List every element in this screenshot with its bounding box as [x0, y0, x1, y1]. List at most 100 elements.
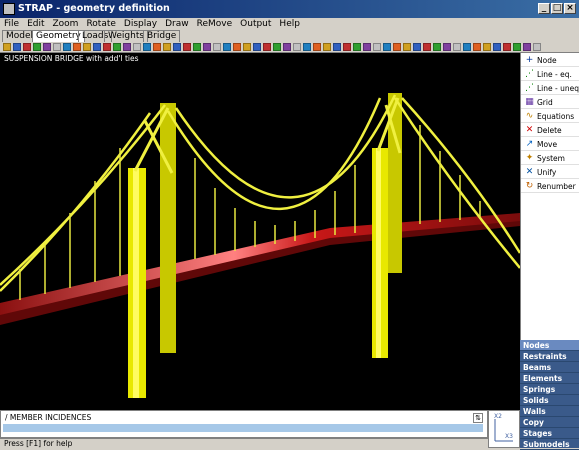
mode-walls[interactable]: Walls — [520, 406, 579, 417]
toolbar-tool-icon[interactable] — [263, 43, 271, 51]
toolbar-tool-icon[interactable] — [183, 43, 191, 51]
toolbar-tool-icon[interactable] — [313, 43, 321, 51]
menu-rotate[interactable]: Rotate — [82, 18, 119, 30]
toolbar-tool-icon[interactable] — [443, 43, 451, 51]
toolbar-tool-icon[interactable] — [83, 43, 91, 51]
toolbar-tool-icon[interactable] — [373, 43, 381, 51]
toolbar-tool-icon[interactable] — [243, 43, 251, 51]
toolbar-tool-icon[interactable] — [433, 43, 441, 51]
menu-output[interactable]: Output — [236, 18, 275, 30]
toolbar-tool-icon[interactable] — [43, 43, 51, 51]
tab-geometry[interactable]: Geometry — [32, 30, 85, 42]
toolbar-tool-icon[interactable] — [203, 43, 211, 51]
mode-springs[interactable]: Springs — [520, 384, 579, 395]
toolbar-tool-icon[interactable] — [523, 43, 531, 51]
toolbar-tool-icon[interactable] — [533, 43, 541, 51]
menu-help[interactable]: Help — [275, 18, 304, 30]
command-input[interactable] — [3, 424, 483, 432]
tool-node-button[interactable]: + Node — [521, 54, 579, 67]
toolbar-tool-icon[interactable] — [233, 43, 241, 51]
model-viewport[interactable]: SUSPENSION BRIDGE with add'l ties — [0, 53, 520, 410]
toolbar-tool-icon[interactable] — [473, 43, 481, 51]
toolbar-tool-icon[interactable] — [513, 43, 521, 51]
toolbar-tool-icon[interactable] — [303, 43, 311, 51]
command-scroll-button[interactable]: ⇅ — [473, 413, 483, 423]
menu-file[interactable]: File — [0, 18, 23, 30]
tool-panel: + Node ⋰ Line - eq. ⋰ Line - uneq. ▦ Grid ∿ E… — [520, 53, 579, 340]
toolbar-tool-icon[interactable] — [33, 43, 41, 51]
menu-display[interactable]: Display — [120, 18, 161, 30]
menu-remove[interactable]: ReMove — [193, 18, 237, 30]
mode-solids[interactable]: Solids — [520, 395, 579, 406]
tab-weights[interactable]: Weights — [104, 30, 149, 42]
toolbar-tool-icon[interactable] — [483, 43, 491, 51]
window-title: STRAP - geometry definition — [18, 3, 170, 14]
toolbar-tool-icon[interactable] — [253, 43, 261, 51]
toolbar-tool-icon[interactable] — [323, 43, 331, 51]
toolbar-tool-icon[interactable] — [273, 43, 281, 51]
toolbar-tool-icon[interactable] — [383, 43, 391, 51]
toolbar-tool-icon[interactable] — [393, 43, 401, 51]
tool-label: Node — [537, 56, 557, 65]
tool-system-button[interactable]: ✦ System — [521, 152, 579, 165]
tool-line-uneq-button[interactable]: ⋰ Line - uneq. — [521, 82, 579, 95]
mode-copy[interactable]: Copy — [520, 417, 579, 428]
toolbar-tool-icon[interactable] — [153, 43, 161, 51]
mode-beams[interactable]: Beams — [520, 362, 579, 373]
mode-submodels[interactable]: Submodels — [520, 439, 579, 450]
toolbar-tool-icon[interactable] — [353, 43, 361, 51]
minimize-button[interactable]: _ — [538, 3, 550, 14]
toolbar-tool-icon[interactable] — [163, 43, 171, 51]
toolbar-tool-icon[interactable] — [493, 43, 501, 51]
menu-zoom[interactable]: Zoom — [49, 18, 83, 30]
toolbar-tool-icon[interactable] — [223, 43, 231, 51]
menu-edit[interactable]: Edit — [23, 18, 48, 30]
tool-label: Unify — [537, 168, 557, 177]
tab-bridge[interactable]: Bridge — [143, 30, 181, 42]
tool-line-eq-button[interactable]: ⋰ Line - eq. — [521, 68, 579, 81]
tool-move-button[interactable]: ↗ Move — [521, 138, 579, 151]
toolbar-tool-icon[interactable] — [413, 43, 421, 51]
mode-nodes[interactable]: Nodes — [520, 340, 579, 351]
mode-stages[interactable]: Stages — [520, 428, 579, 439]
mode-restraints[interactable]: Restraints — [520, 351, 579, 362]
toolbar-tool-icon[interactable] — [463, 43, 471, 51]
command-area: / MEMBER INCIDENCES ⇅ — [0, 410, 488, 438]
toolbar-tool-icon[interactable] — [333, 43, 341, 51]
toolbar-tool-icon[interactable] — [133, 43, 141, 51]
toolbar-tool-icon[interactable] — [123, 43, 131, 51]
toolbar-tool-icon[interactable] — [293, 43, 301, 51]
toolbar-tool-icon[interactable] — [143, 43, 151, 51]
tool-equations-button[interactable]: ∿ Equations — [521, 110, 579, 123]
mode-elements[interactable]: Elements — [520, 373, 579, 384]
tower-front-left-highlight — [133, 168, 139, 398]
tool-delete-button[interactable]: ✕ Delete — [521, 124, 579, 137]
toolbar-tool-icon[interactable] — [193, 43, 201, 51]
close-button[interactable]: × — [564, 3, 576, 14]
maximize-button[interactable]: □ — [551, 3, 563, 14]
toolbar-tool-icon[interactable] — [213, 43, 221, 51]
toolbar-tool-icon[interactable] — [113, 43, 121, 51]
toolbar-tool-icon[interactable] — [73, 43, 81, 51]
tool-grid-button[interactable]: ▦ Grid — [521, 96, 579, 109]
toolbar-tool-icon[interactable] — [503, 43, 511, 51]
tool-unify-button[interactable]: ✕ Unify — [521, 166, 579, 179]
tool-renumber-button[interactable]: ↻ Renumber — [521, 180, 579, 193]
toolbar-tool-icon[interactable] — [423, 43, 431, 51]
toolbar-tool-icon[interactable] — [13, 43, 21, 51]
toolbar-tool-icon[interactable] — [173, 43, 181, 51]
toolbar-tool-icon[interactable] — [93, 43, 101, 51]
toolbar-tool-icon[interactable] — [53, 43, 61, 51]
toolbar-tool-icon[interactable] — [103, 43, 111, 51]
toolbar-tool-icon[interactable] — [403, 43, 411, 51]
toolbar-tool-icon[interactable] — [453, 43, 461, 51]
toolbar-tool-icon[interactable] — [23, 43, 31, 51]
toolbar-tool-icon[interactable] — [283, 43, 291, 51]
tower-front-right-highlight — [376, 148, 381, 358]
toolbar-tool-icon[interactable] — [3, 43, 11, 51]
toolbar-tool-icon[interactable] — [343, 43, 351, 51]
toolbar-tool-icon[interactable] — [63, 43, 71, 51]
tool-label: Equations — [537, 112, 575, 121]
menu-draw[interactable]: Draw — [161, 18, 193, 30]
toolbar-tool-icon[interactable] — [363, 43, 371, 51]
